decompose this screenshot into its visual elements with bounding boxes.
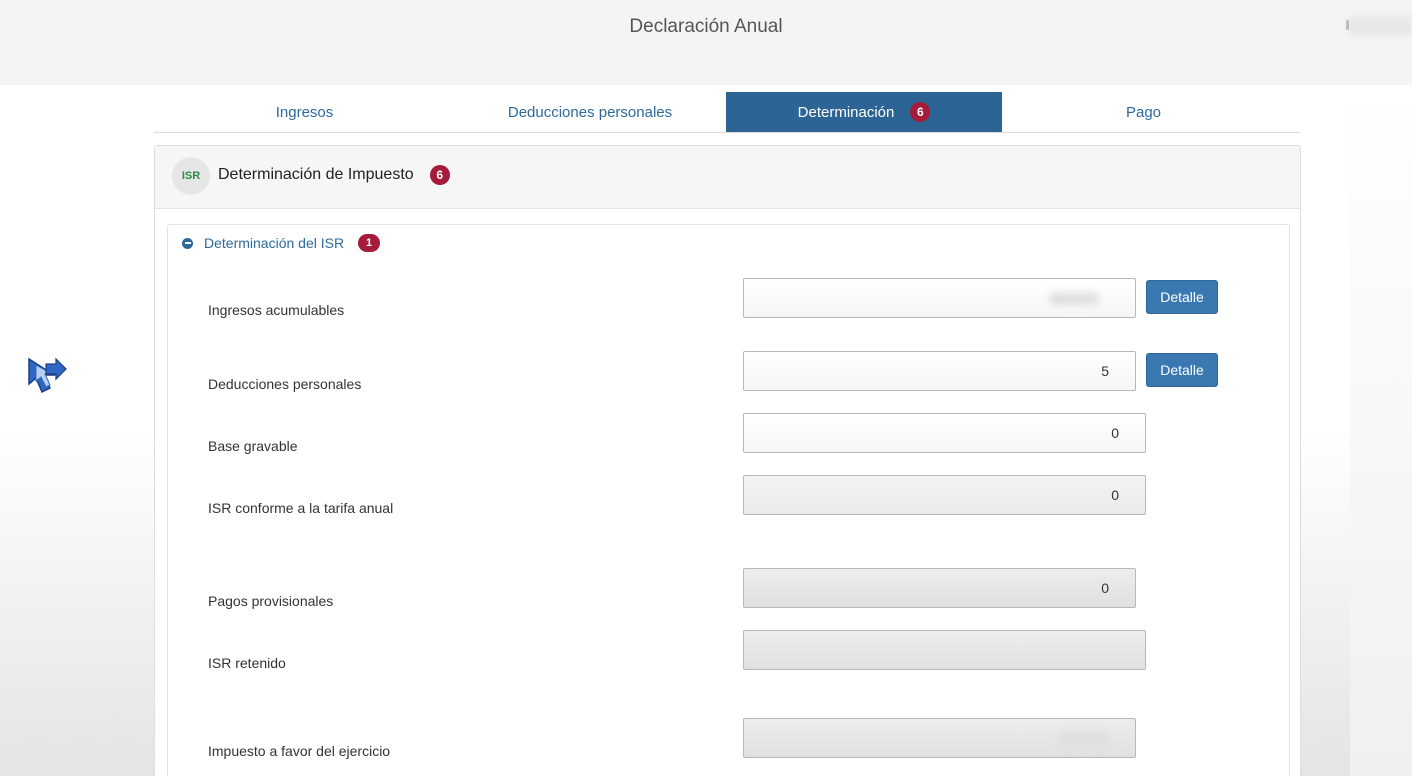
user-menu-edge — [1346, 20, 1349, 30]
impuesto-a-favor-field[interactable] — [743, 718, 1136, 758]
user-menu-blurred[interactable] — [1346, 16, 1412, 36]
tab-badge: 6 — [910, 102, 931, 122]
tab-label: Pago — [1125, 103, 1162, 121]
tab-ingresos[interactable]: Ingresos — [154, 92, 455, 132]
detalle-ingresos-button[interactable]: Detalle — [1146, 280, 1218, 314]
tab-label: Determinación — [797, 103, 895, 121]
determinacion-panel: ISR Determinación de Impuesto 6 Determin… — [154, 145, 1301, 776]
label-ingresos-acumulables: Ingresos acumulables — [208, 302, 345, 318]
field-value: 5 — [1101, 363, 1109, 379]
section-badge: 1 — [358, 234, 381, 252]
label-impuesto-a-favor: Impuesto a favor del ejercicio — [208, 743, 391, 759]
tab-bar: Ingresos Deducciones personales Determin… — [154, 92, 1301, 133]
tab-pago[interactable]: Pago — [1002, 92, 1285, 132]
ingresos-acumulables-field[interactable] — [743, 278, 1136, 318]
label-base-gravable: Base gravable — [208, 438, 298, 454]
isr-icon: ISR — [172, 157, 210, 195]
blurred-value — [1059, 733, 1109, 745]
isr-tarifa-anual-field[interactable]: 0 — [743, 475, 1146, 515]
field-value: 0 — [1111, 425, 1119, 441]
label-deducciones-personales: Deducciones personales — [208, 376, 362, 392]
label-isr-tarifa-anual: ISR conforme a la tarifa anual — [208, 500, 394, 516]
page-title: Declaración Anual — [629, 16, 783, 37]
field-value: 0 — [1101, 580, 1109, 596]
panel-header: ISR Determinación de Impuesto 6 — [155, 146, 1300, 209]
tab-determinacion[interactable]: Determinación 6 — [726, 92, 1002, 132]
cursor-arrow-icon[interactable] — [26, 356, 68, 398]
isr-retenido-field[interactable] — [743, 630, 1146, 670]
panel-title: Determinación de Impuesto 6 — [218, 165, 450, 185]
blurred-value — [1049, 293, 1099, 305]
collapse-minus-icon[interactable] — [182, 237, 193, 249]
deducciones-personales-field[interactable]: 5 — [743, 351, 1136, 391]
pagos-provisionales-field[interactable]: 0 — [743, 568, 1136, 608]
app-header: Declaración Anual — [0, 0, 1412, 85]
tab-label: Deducciones personales — [507, 103, 673, 121]
tab-deducciones-personales[interactable]: Deducciones personales — [455, 92, 725, 132]
detalle-deducciones-button[interactable]: Detalle — [1146, 353, 1218, 387]
section-title: Determinación del ISR — [204, 235, 345, 251]
tab-label: Ingresos — [275, 103, 334, 121]
section-toggle[interactable]: Determinación del ISR 1 — [182, 234, 381, 252]
label-pagos-provisionales: Pagos provisionales — [208, 593, 334, 609]
field-value: 0 — [1111, 487, 1119, 503]
panel-badge: 6 — [429, 165, 450, 185]
base-gravable-field[interactable]: 0 — [743, 413, 1146, 453]
label-isr-retenido: ISR retenido — [208, 655, 286, 671]
panel-title-text: Determinación de Impuesto — [218, 166, 414, 183]
right-shade — [1350, 85, 1412, 776]
